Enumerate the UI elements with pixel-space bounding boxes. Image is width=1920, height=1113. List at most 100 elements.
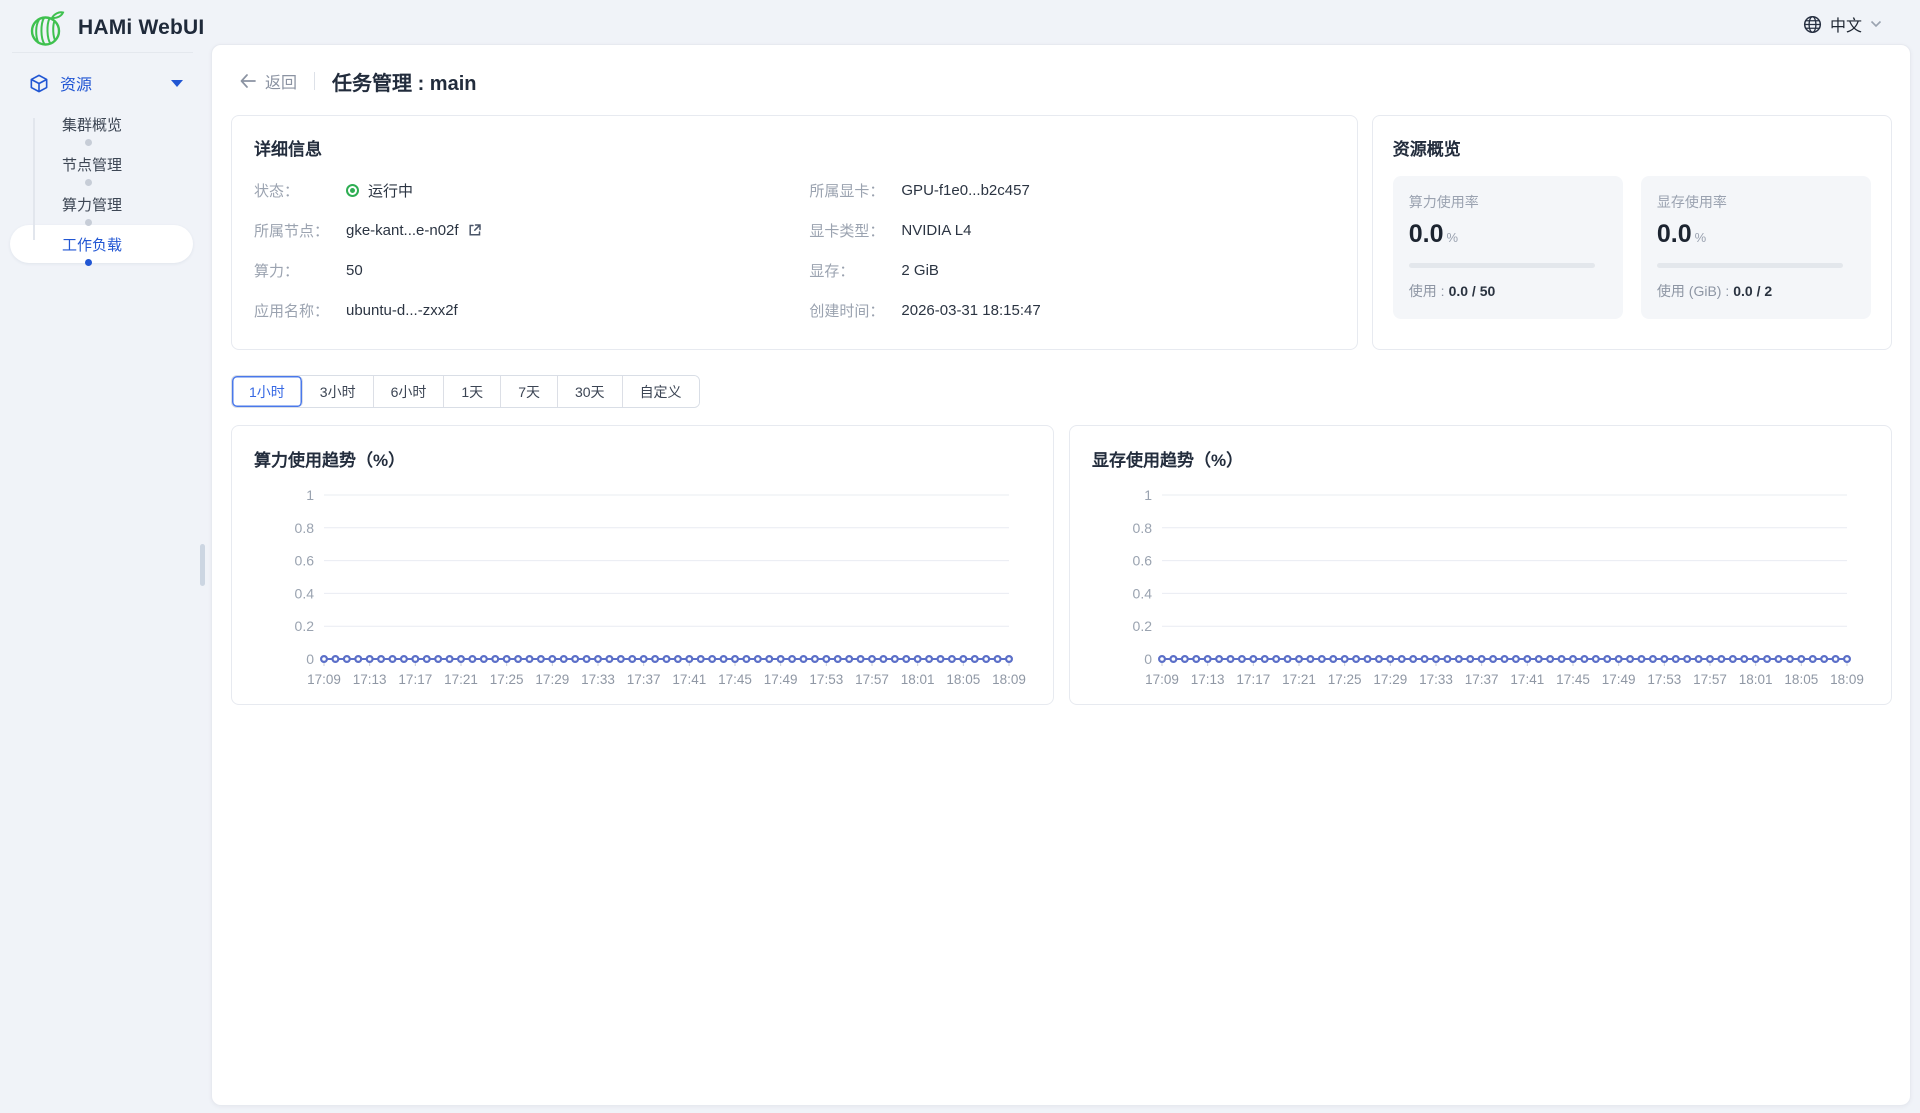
back-button[interactable]: 返回 — [239, 69, 297, 93]
svg-text:0.2: 0.2 — [295, 618, 315, 634]
memory-usage-value: 0.0 — [1657, 220, 1692, 248]
svg-text:17:41: 17:41 — [1510, 672, 1544, 687]
svg-text:0.4: 0.4 — [295, 585, 315, 601]
gpu-type-value: NVIDIA L4 — [901, 222, 971, 239]
field-created-time: 创建时间： 2026-03-31 18:15:47 — [809, 290, 1334, 330]
svg-text:17:37: 17:37 — [627, 672, 661, 687]
svg-text:17:25: 17:25 — [490, 672, 524, 687]
time-range-7d[interactable]: 7天 — [501, 376, 558, 407]
svg-text:17:09: 17:09 — [1145, 672, 1179, 687]
app-name-value: ubuntu-d...-zxx2f — [346, 302, 458, 319]
created-time-value: 2026-03-31 18:15:47 — [901, 302, 1040, 319]
svg-text:17:13: 17:13 — [1191, 672, 1225, 687]
time-range-6h[interactable]: 6小时 — [374, 376, 445, 407]
sidebar: 资源 集群概览 节点管理 算力管理 工作负载 — [0, 0, 205, 1113]
svg-text:17:33: 17:33 — [581, 672, 615, 687]
bullet-icon — [85, 179, 92, 186]
svg-text:0.6: 0.6 — [1133, 553, 1153, 569]
sidebar-resize-handle[interactable] — [200, 544, 205, 586]
svg-text:0.6: 0.6 — [295, 553, 315, 569]
sidebar-item-cluster-overview[interactable]: 集群概览 — [0, 104, 205, 144]
time-range-1d[interactable]: 1天 — [444, 376, 501, 407]
node-value: gke-kant...e-n02f — [346, 222, 459, 239]
svg-text:17:45: 17:45 — [718, 672, 752, 687]
svg-text:17:21: 17:21 — [1282, 672, 1316, 687]
page-title: 任务管理 : main — [332, 67, 476, 96]
svg-text:17:29: 17:29 — [1373, 672, 1407, 687]
bullet-icon — [85, 219, 92, 226]
field-gpu: 所属显卡： GPU-f1e0...b2c457 — [809, 170, 1334, 210]
svg-text:17:53: 17:53 — [1647, 672, 1681, 687]
field-compute: 算力： 50 — [254, 250, 779, 290]
time-range-30d[interactable]: 30天 — [558, 376, 623, 407]
svg-text:17:29: 17:29 — [535, 672, 569, 687]
compute-usage-value: 0.0 — [1409, 220, 1444, 248]
svg-text:0.8: 0.8 — [1133, 520, 1153, 536]
svg-text:0: 0 — [306, 651, 314, 667]
field-memory: 显存： 2 GiB — [809, 250, 1334, 290]
memory-usage-progressbar — [1657, 263, 1843, 268]
svg-text:17:49: 17:49 — [1602, 672, 1636, 687]
svg-text:17:33: 17:33 — [1419, 672, 1453, 687]
svg-text:18:05: 18:05 — [1784, 672, 1818, 687]
memory-trend-title: 显存使用趋势（%） — [1092, 446, 1871, 471]
compute-trend-chart[interactable]: 00.20.40.60.8117:0917:1317:1717:2117:251… — [254, 483, 1033, 700]
memory-trend-chart[interactable]: 0 0.2 0.4 0.6 0.8 1 17:09 17:13 17:17 17:21 17:25 1… — [1092, 483, 1871, 700]
svg-text:18:09: 18:09 — [992, 672, 1026, 687]
svg-text:1: 1 — [306, 487, 314, 503]
svg-text:18:01: 18:01 — [901, 672, 935, 687]
sidebar-item-node-management[interactable]: 节点管理 — [0, 144, 205, 184]
svg-text:18:09: 18:09 — [1830, 672, 1864, 687]
overview-title: 资源概览 — [1393, 135, 1871, 160]
chevron-down-icon — [1870, 17, 1882, 31]
svg-text:17:25: 17:25 — [1328, 672, 1362, 687]
status-running-icon — [346, 184, 359, 197]
sidebar-section-label: 资源 — [60, 71, 171, 95]
svg-text:17:13: 17:13 — [353, 672, 387, 687]
svg-text:17:17: 17:17 — [1236, 672, 1270, 687]
svg-text:17:53: 17:53 — [809, 672, 843, 687]
external-link-icon[interactable] — [468, 223, 482, 237]
svg-text:0.2: 0.2 — [1133, 618, 1153, 634]
bullet-icon — [85, 259, 92, 266]
compute-trend-title: 算力使用趋势（%） — [254, 446, 1033, 471]
header-divider — [314, 72, 315, 90]
field-status: 状态： 运行中 — [254, 170, 779, 210]
cube-icon — [30, 74, 48, 93]
memory-trend-chart-card: 显存使用趋势（%） 0 0.2 0.4 0.6 0.8 1 17:09 17:13 17:17 1… — [1069, 425, 1892, 705]
sidebar-section-resources[interactable]: 资源 — [0, 66, 205, 100]
compute-trend-chart-card: 算力使用趋势（%） 00.20.40.60.8117:0917:1317:171… — [231, 425, 1054, 705]
svg-text:17:37: 17:37 — [1465, 672, 1499, 687]
svg-text:17:57: 17:57 — [1693, 672, 1727, 687]
svg-text:0: 0 — [1144, 651, 1152, 667]
details-title: 详细信息 — [254, 135, 1335, 160]
svg-text:1: 1 — [1144, 487, 1152, 503]
sidebar-divider — [12, 52, 193, 53]
field-gpu-type: 显卡类型： NVIDIA L4 — [809, 210, 1334, 250]
bullet-icon — [85, 139, 92, 146]
sidebar-item-compute-management[interactable]: 算力管理 — [0, 184, 205, 224]
svg-text:17:45: 17:45 — [1556, 672, 1590, 687]
svg-text:18:01: 18:01 — [1739, 672, 1773, 687]
sidebar-item-workloads[interactable]: 工作负载 — [0, 224, 205, 264]
gpu-value: GPU-f1e0...b2c457 — [901, 182, 1029, 199]
time-range-custom[interactable]: 自定义 — [623, 376, 699, 407]
time-range-3h[interactable]: 3小时 — [303, 376, 374, 407]
time-range-1h[interactable]: 1小时 — [232, 376, 303, 407]
arrow-left-icon — [239, 73, 257, 89]
sidebar-timeline — [33, 118, 35, 240]
compute-usage-progressbar — [1409, 263, 1595, 268]
svg-text:17:17: 17:17 — [398, 672, 432, 687]
compute-usage-ratio: 0.0 / 50 — [1449, 283, 1496, 299]
memory-usage-ratio: 0.0 / 2 — [1733, 283, 1772, 299]
memory-value: 2 GiB — [901, 262, 939, 279]
field-app-name: 应用名称： ubuntu-d...-zxx2f — [254, 290, 779, 330]
language-selector[interactable]: 中文 — [1803, 12, 1882, 36]
compute-value: 50 — [346, 262, 363, 279]
status-value: 运行中 — [368, 180, 413, 201]
details-panel: 详细信息 状态： 运行中 所属显卡： GPU-f1e0...b2c457 所属节… — [231, 115, 1358, 350]
time-range-group: 1小时 3小时 6小时 1天 7天 30天 自定义 — [231, 375, 700, 408]
main-content: 返回 任务管理 : main 详细信息 状态： 运行中 所属显卡： GPU-f1… — [211, 44, 1911, 1106]
svg-text:0.4: 0.4 — [1133, 585, 1153, 601]
sidebar-menu: 集群概览 节点管理 算力管理 工作负载 — [0, 104, 205, 264]
